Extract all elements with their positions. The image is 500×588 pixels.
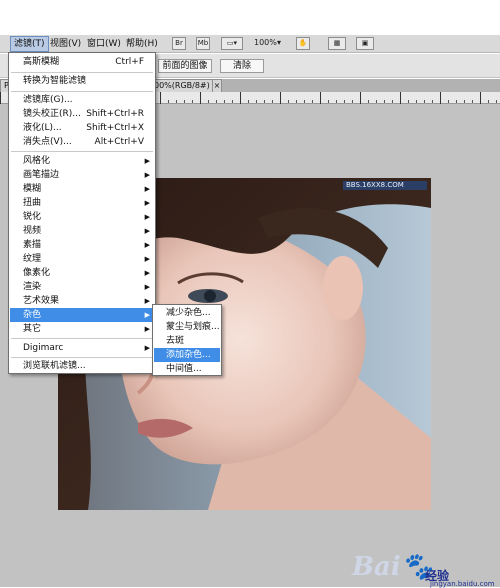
menu-item-vanishing-point[interactable]: 消失点(V)... Alt+Ctrl+V	[10, 135, 154, 149]
menu-item-reduce-noise[interactable]: 减少杂色...	[154, 306, 220, 320]
menu-item-noise[interactable]: 杂色 ▶	[10, 308, 154, 322]
filter-menu: 高斯模糊 Ctrl+F 转换为智能滤镜 滤镜库(G)... 镜头校正(R)... S…	[8, 52, 156, 374]
menu-item-artistic[interactable]: 艺术效果 ▶	[10, 294, 154, 308]
menu-item-dust-scratches[interactable]: 蒙尘与划痕...	[154, 320, 220, 334]
menu-window[interactable]: 窗口(W)	[84, 37, 124, 51]
mini-bridge-button[interactable]: Mb	[196, 37, 210, 50]
clear-button[interactable]: 清除	[220, 59, 264, 73]
menu-item-brush-strokes[interactable]: 画笔描边 ▶	[10, 168, 154, 182]
chevron-down-icon[interactable]: ▾	[277, 38, 281, 47]
bridge-button[interactable]: Br	[172, 37, 186, 50]
menu-item-convert-smart-filter[interactable]: 转换为智能滤镜	[10, 74, 154, 88]
menu-item-other[interactable]: 其它 ▶	[10, 322, 154, 336]
menu-item-add-noise[interactable]: 添加杂色...	[154, 348, 220, 362]
menu-item-despeckle[interactable]: 去斑	[154, 334, 220, 348]
screen-mode-icon[interactable]: ▣	[356, 37, 374, 50]
menu-item-liquify[interactable]: 液化(L)... Shift+Ctrl+X	[10, 121, 154, 135]
menu-item-render[interactable]: 渲染 ▶	[10, 280, 154, 294]
menu-item-filter-gallery[interactable]: 滤镜库(G)...	[10, 93, 154, 107]
front-image-button[interactable]: 前面的图像	[158, 59, 212, 73]
baidu-logo: Bai🐾	[352, 552, 434, 582]
menu-item-sharpen[interactable]: 锐化 ▶	[10, 210, 154, 224]
menu-item-pixelate[interactable]: 像素化 ▶	[10, 266, 154, 280]
menu-item-sketch[interactable]: 素描 ▶	[10, 238, 154, 252]
menu-item-texture[interactable]: 纹理 ▶	[10, 252, 154, 266]
menu-item-stylize[interactable]: 风格化 ▶	[10, 154, 154, 168]
menu-bar: 滤镜(T) 视图(V) 窗口(W) 帮助(H) Br Mb ▭▾ 100% ▾ …	[0, 35, 500, 53]
close-icon[interactable]: ×	[212, 79, 222, 92]
photo-watermark: BBS.16XX8.COM	[346, 181, 404, 189]
menu-item-distort[interactable]: 扭曲 ▶	[10, 196, 154, 210]
zoom-level[interactable]: 100%	[254, 38, 277, 47]
menu-item-lens-correction[interactable]: 镜头校正(R)... Shift+Ctrl+R	[10, 107, 154, 121]
document-tab[interactable]: 00%(RGB/8#) *	[150, 79, 221, 92]
menu-item-digimarc[interactable]: Digimarc ▶	[10, 341, 154, 355]
menu-item-blur[interactable]: 模糊 ▶	[10, 182, 154, 196]
hand-tool-icon[interactable]: ✋	[296, 37, 310, 50]
menu-item-gaussian-blur[interactable]: 高斯模糊 Ctrl+F	[10, 55, 154, 69]
menu-filter[interactable]: 滤镜(T)	[10, 36, 49, 52]
noise-submenu: 减少杂色... 蒙尘与划痕... 去斑 添加杂色... 中间值...	[152, 304, 222, 376]
menu-help[interactable]: 帮助(H)	[123, 37, 161, 51]
menu-item-video[interactable]: 视频 ▶	[10, 224, 154, 238]
menu-view[interactable]: 视图(V)	[47, 37, 84, 51]
view-extras-button[interactable]: ▭▾	[221, 37, 243, 50]
arrange-documents-icon[interactable]: ▦	[328, 37, 346, 50]
menu-item-browse-filters-online[interactable]: 浏览联机滤镜...	[10, 359, 154, 373]
menu-item-median[interactable]: 中间值...	[154, 362, 220, 376]
